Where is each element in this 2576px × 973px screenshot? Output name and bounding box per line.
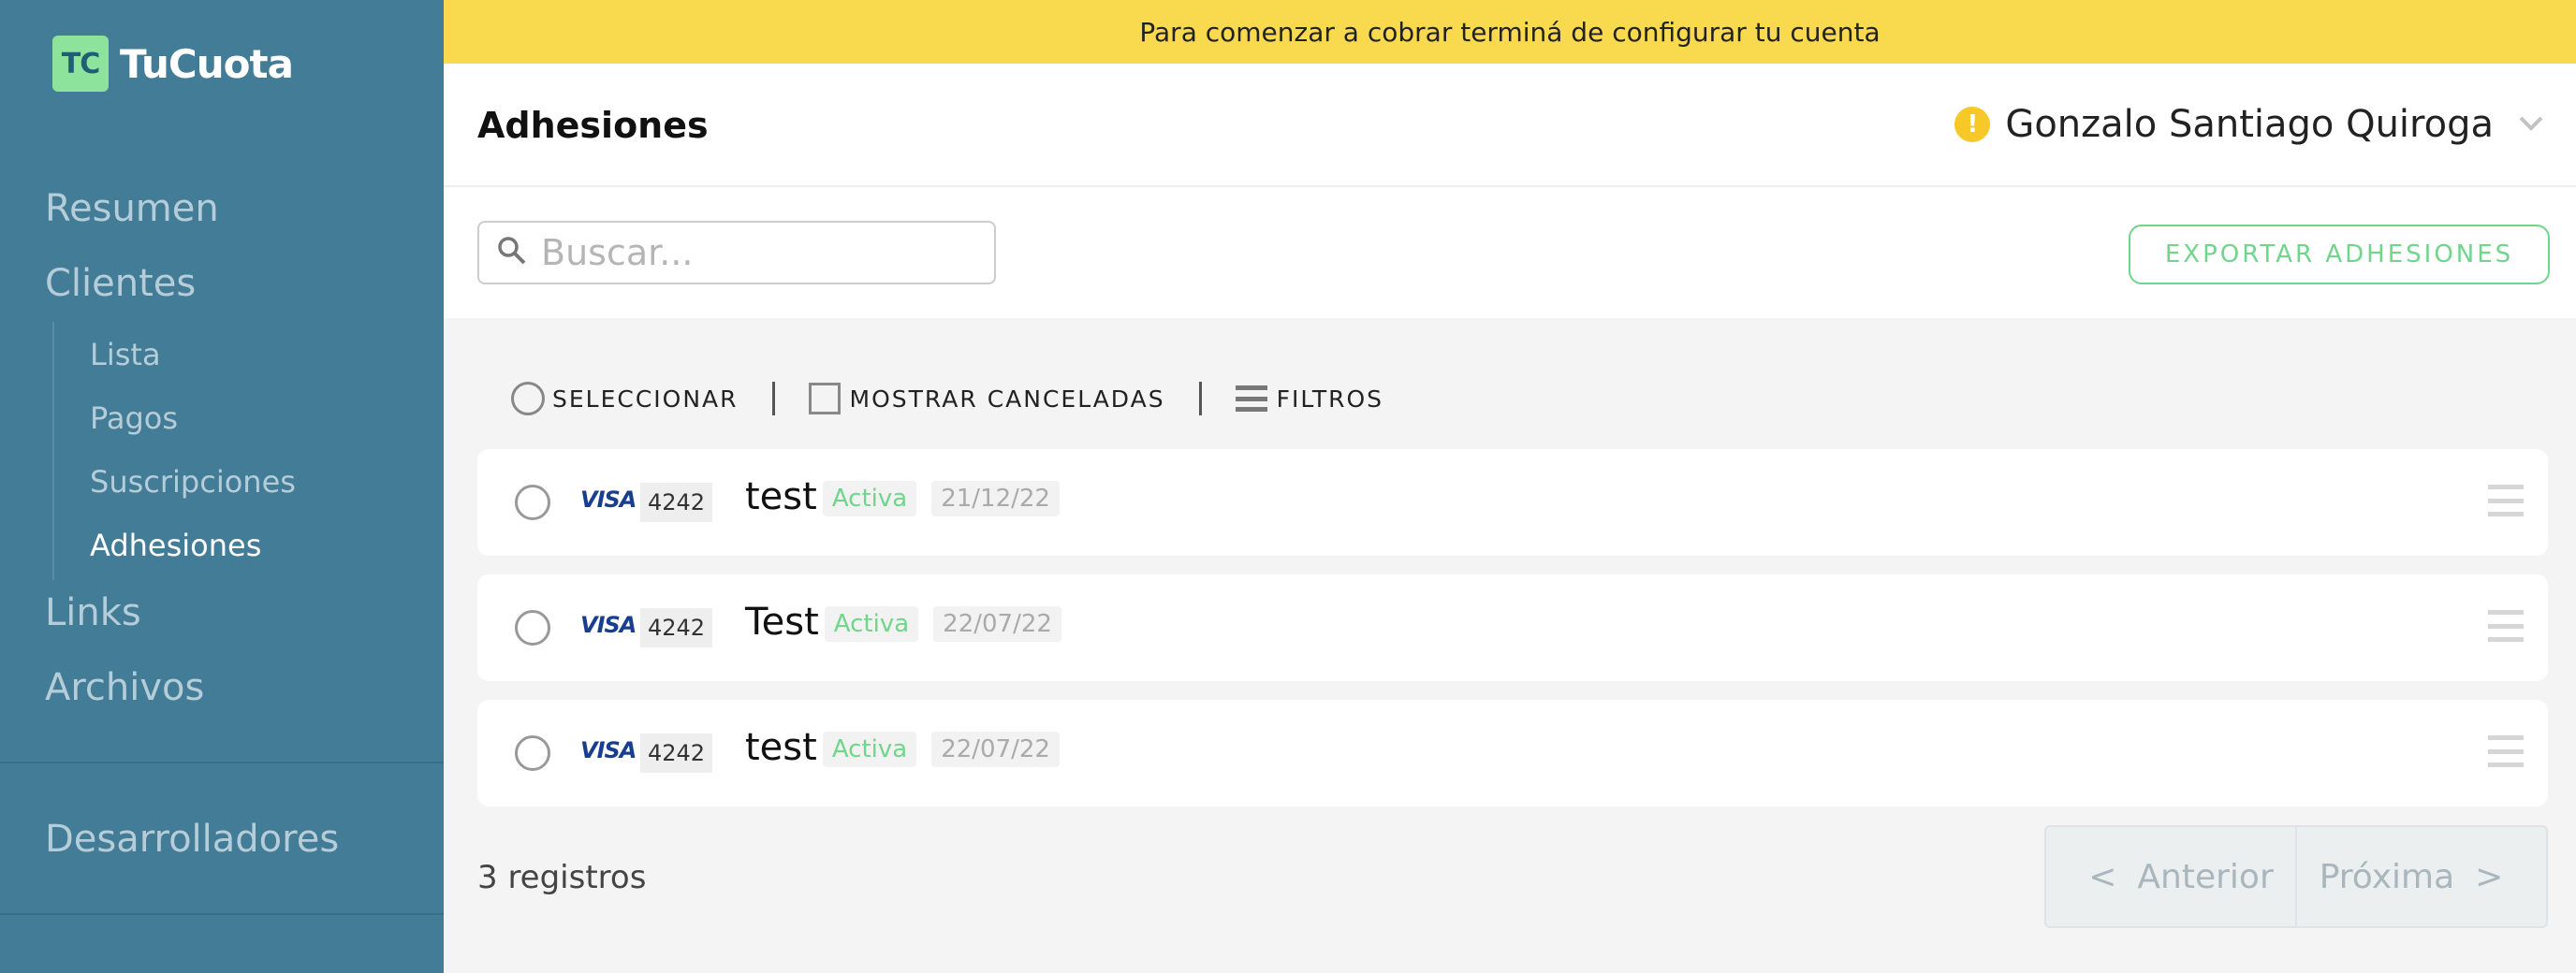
row-menu-icon[interactable] [2488, 735, 2524, 767]
sidebar-subitem-suscripciones[interactable]: Suscripciones [90, 464, 296, 500]
row-select-radio[interactable] [515, 610, 550, 646]
next-page-button[interactable]: Próxima > [2295, 827, 2546, 926]
logo[interactable]: TC TuCuota [52, 36, 294, 92]
search-icon [496, 235, 528, 270]
card-last4: 4242 [640, 483, 713, 522]
select-label[interactable]: SELECCIONAR [552, 385, 739, 413]
sidebar-item-clientes[interactable]: Clientes [45, 262, 196, 305]
logo-badge: TC [52, 36, 109, 92]
select-all-radio[interactable] [511, 382, 545, 415]
row-content: test Activa 22/07/22 [745, 726, 1060, 769]
pagination: < Anterior Próxima > [2044, 825, 2548, 928]
sidebar-item-archivos[interactable]: Archivos [45, 666, 204, 709]
client-name[interactable]: test [745, 726, 817, 769]
banner-text: Para comenzar a cobrar terminá de config… [1139, 16, 1881, 48]
visa-icon: VISA [580, 737, 637, 763]
table-row[interactable]: VISA 4242 test Activa 21/12/22 [477, 449, 2548, 556]
export-button[interactable]: EXPORTAR ADHESIONES [2129, 225, 2550, 284]
sidebar-subnav-line [52, 322, 54, 580]
search-input[interactable] [541, 232, 972, 273]
user-menu[interactable]: ! Gonzalo Santiago Quiroga [1954, 103, 2544, 146]
sidebar-divider [0, 913, 444, 915]
page-title: Adhesiones [477, 105, 709, 146]
table-row[interactable]: VISA 4242 Test Activa 22/07/22 [477, 574, 2548, 681]
filter-separator [771, 382, 775, 415]
user-name: Gonzalo Santiago Quiroga [2005, 103, 2494, 146]
logo-text: TuCuota [120, 40, 294, 87]
sidebar-subitem-lista[interactable]: Lista [90, 337, 161, 372]
visa-icon: VISA [580, 612, 637, 638]
date-badge: 22/07/22 [933, 606, 1061, 642]
filter-separator [1198, 382, 1202, 415]
row-content: Test Activa 22/07/22 [745, 601, 1061, 644]
sidebar-subitem-pagos[interactable]: Pagos [90, 400, 178, 436]
sidebar-item-desarrolladores[interactable]: Desarrolladores [45, 818, 339, 861]
card-last4: 4242 [640, 608, 713, 647]
exclamation-icon: ! [1954, 107, 1991, 142]
status-badge: Activa [822, 481, 917, 516]
filter-bar: SELECCIONAR MOSTRAR CANCELADAS FILTROS [511, 382, 1383, 415]
chevron-right-icon: > [2475, 857, 2504, 896]
row-menu-icon[interactable] [2488, 610, 2524, 642]
table-row[interactable]: VISA 4242 test Activa 22/07/22 [477, 700, 2548, 806]
sidebar-subitem-adhesiones[interactable]: Adhesiones [90, 528, 261, 563]
row-select-radio[interactable] [515, 735, 550, 771]
prev-page-button[interactable]: < Anterior [2046, 827, 2295, 926]
date-badge: 22/07/22 [931, 732, 1060, 767]
sidebar-divider [0, 762, 444, 763]
visa-icon: VISA [580, 486, 637, 513]
record-count: 3 registros [477, 859, 647, 896]
card-last4: 4242 [640, 733, 713, 773]
filters-label[interactable]: FILTROS [1277, 385, 1383, 413]
chevron-down-icon [2518, 110, 2544, 138]
status-badge: Activa [824, 606, 919, 642]
filter-menu-icon[interactable] [1235, 385, 1267, 412]
sidebar-item-resumen[interactable]: Resumen [45, 187, 219, 230]
search-box[interactable] [477, 221, 996, 284]
row-select-radio[interactable] [515, 485, 550, 520]
date-badge: 21/12/22 [931, 481, 1060, 516]
sidebar: TC TuCuota Resumen Clientes Lista Pagos … [0, 0, 444, 973]
sidebar-item-links[interactable]: Links [45, 591, 141, 634]
show-cancelled-label[interactable]: MOSTRAR CANCELADAS [850, 385, 1165, 413]
client-name[interactable]: test [745, 475, 817, 518]
toolbar: EXPORTAR ADHESIONES [444, 187, 2576, 318]
show-cancelled-checkbox[interactable] [808, 383, 841, 414]
page-header: Adhesiones ! Gonzalo Santiago Quiroga [444, 64, 2576, 187]
prev-page-label: Anterior [2137, 857, 2274, 896]
row-content: test Activa 21/12/22 [745, 475, 1060, 518]
chevron-left-icon: < [2088, 857, 2117, 896]
row-menu-icon[interactable] [2488, 485, 2524, 516]
next-page-label: Próxima [2319, 857, 2455, 896]
status-badge: Activa [822, 732, 917, 767]
client-name[interactable]: Test [745, 601, 819, 644]
setup-banner[interactable]: Para comenzar a cobrar terminá de config… [444, 0, 2576, 64]
